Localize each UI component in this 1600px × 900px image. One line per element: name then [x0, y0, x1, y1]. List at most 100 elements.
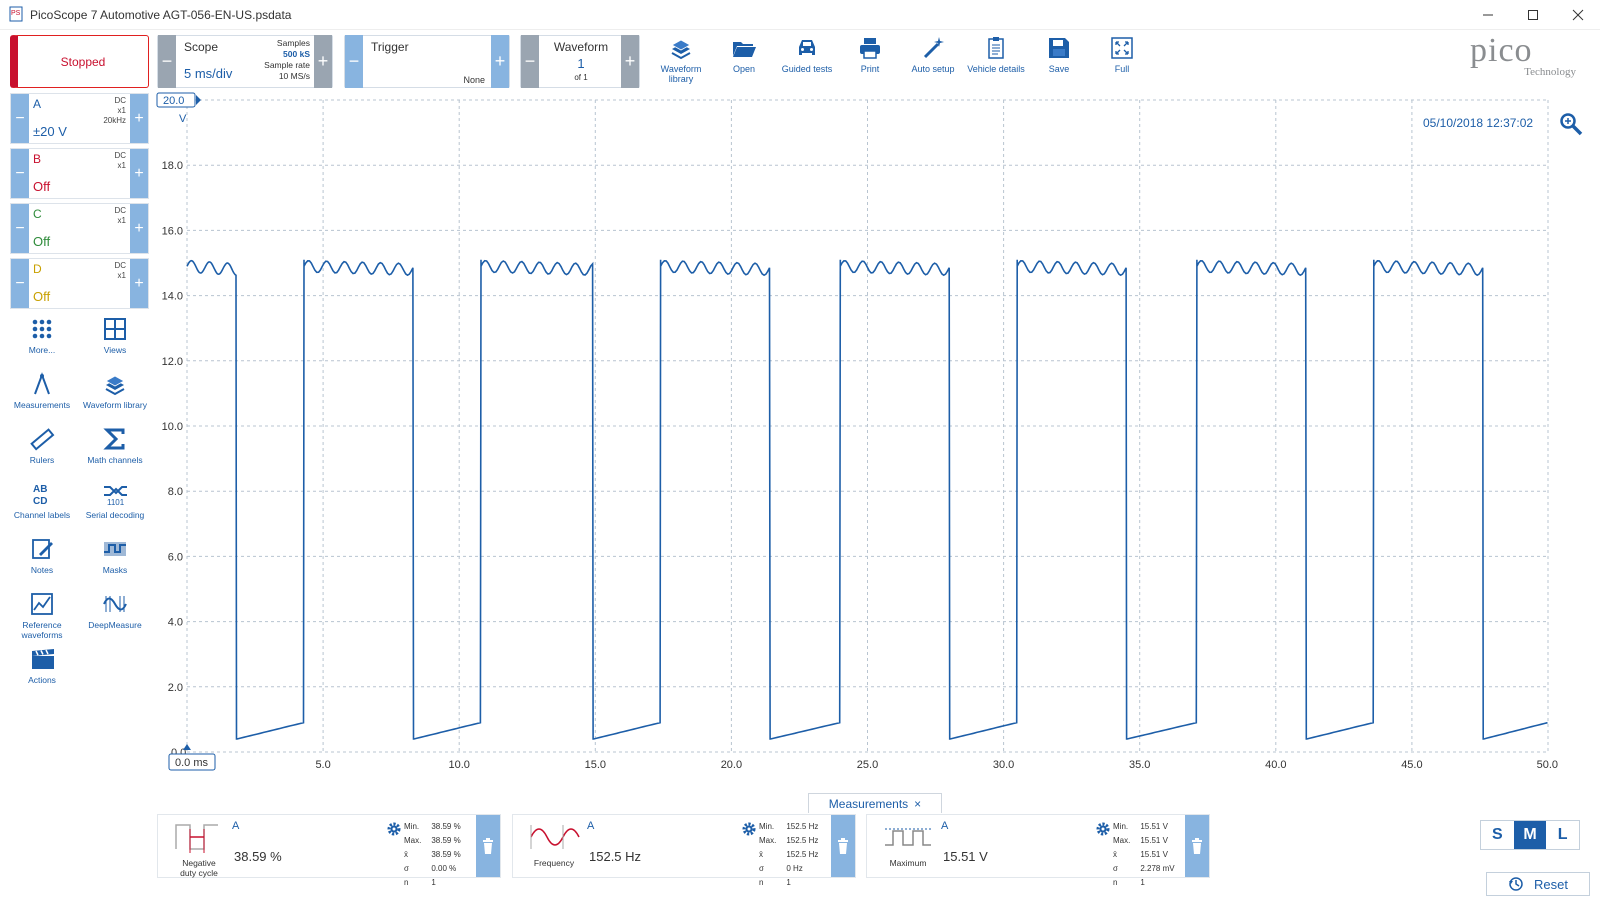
masks-icon: [104, 542, 126, 556]
gear-icon[interactable]: [386, 821, 402, 840]
run-stop-button[interactable]: Stopped: [10, 35, 149, 88]
gear-icon[interactable]: [1095, 821, 1111, 840]
print-button[interactable]: Print: [839, 35, 901, 85]
stat-value: 15.51 V: [1140, 822, 1168, 831]
ruler-icon: [30, 428, 55, 451]
channel-panel-d[interactable]: − D DC x1 Off +: [10, 258, 149, 309]
channel-settings: DC x1: [114, 151, 126, 171]
waveform-prev-button[interactable]: −: [521, 35, 539, 88]
channel-range[interactable]: Off: [33, 289, 50, 304]
full-screen-button[interactable]: Full: [1091, 35, 1153, 85]
scope-view[interactable]: 2.0 4.0 6.0 8.0 10.0 12.0 14.0 16.0 18.0 0.0 20.0 V…: [156, 92, 1600, 776]
channel-range-increase-button[interactable]: +: [130, 259, 148, 308]
maximize-icon[interactable]: [1516, 4, 1550, 26]
channel-panel-c[interactable]: − C DC x1 Off +: [10, 203, 149, 254]
channel-range[interactable]: Off: [33, 234, 50, 249]
minimize-icon[interactable]: [1471, 4, 1505, 26]
waveform-next-button[interactable]: +: [621, 35, 639, 88]
tool-measurements[interactable]: Measurements: [7, 371, 77, 423]
tool-channel-labels[interactable]: AB CD Channel labels: [7, 481, 77, 533]
trigger-mode[interactable]: None: [463, 75, 485, 85]
measurement-card[interactable]: A Negative duty cycle 38.59 % Min. 38.59 % Ma…: [157, 814, 501, 887]
sigma-icon: [103, 428, 125, 450]
channel-range[interactable]: ±20 V: [33, 124, 67, 139]
channel-panel-b[interactable]: − B DC x1 Off +: [10, 148, 149, 199]
save-button[interactable]: Save: [1028, 35, 1090, 85]
delete-measurement-button[interactable]: [1185, 815, 1209, 877]
channel-name: A: [33, 97, 42, 111]
tool-rulers[interactable]: Rulers: [7, 426, 77, 478]
waveform-library-button[interactable]: Waveform library: [650, 35, 712, 85]
tool-more[interactable]: More...: [7, 316, 77, 368]
close-icon[interactable]: [1561, 4, 1595, 26]
channel-range-decrease-button[interactable]: −: [11, 204, 29, 253]
window-title: PicoScope 7 Automotive AGT-056-EN-US.psd…: [30, 8, 292, 22]
tool-reference-waveforms[interactable]: Reference waveforms: [7, 591, 77, 643]
measurement-card[interactable]: A Frequency 152.5 Hz Min. 152.5 Hz Max. 152.5 …: [512, 814, 856, 887]
channel-range[interactable]: Off: [33, 179, 50, 194]
waveform-index[interactable]: 1: [541, 56, 621, 71]
delete-measurement-button[interactable]: [476, 815, 500, 877]
measurements-icon: [34, 372, 50, 395]
zoom-icon[interactable]: [1559, 112, 1583, 139]
open-button[interactable]: Open: [713, 35, 775, 85]
x-tick-label: 10.0: [448, 759, 469, 771]
size-option-s[interactable]: S: [1481, 821, 1514, 849]
channel-range-decrease-button[interactable]: −: [11, 94, 29, 143]
channel-range-decrease-button[interactable]: −: [11, 259, 29, 308]
close-icon[interactable]: ×: [914, 797, 921, 811]
toolbar-label: Auto setup: [911, 64, 955, 74]
stat-value: 15.51 V: [1140, 836, 1168, 845]
channel-range-increase-button[interactable]: +: [130, 204, 148, 253]
reset-button[interactable]: Reset: [1486, 872, 1590, 896]
gear-icon[interactable]: [741, 821, 757, 840]
tool-waveform-library[interactable]: Waveform library: [80, 371, 150, 423]
tool-serial-decoding[interactable]: 1101 Serial decoding: [80, 481, 150, 533]
tool-math-channels[interactable]: Math channels: [80, 426, 150, 478]
channel-range-increase-button[interactable]: +: [130, 149, 148, 198]
save-icon: [1049, 38, 1069, 58]
svg-text:AB: AB: [33, 484, 47, 495]
scope-plot[interactable]: 2.04.06.08.010.012.014.016.018.00.020.0V…: [156, 92, 1600, 776]
channel-settings: DC x1: [114, 206, 126, 226]
tool-views[interactable]: Views: [80, 316, 150, 368]
vehicle-details-button[interactable]: Vehicle details: [965, 35, 1027, 85]
measurement-value: 38.59 %: [234, 849, 282, 864]
reset-label: Reset: [1534, 876, 1568, 892]
channel-range-increase-button[interactable]: +: [130, 94, 148, 143]
tool-notes[interactable]: Notes: [7, 536, 77, 588]
guided-tests-button[interactable]: Guided tests: [776, 35, 838, 85]
stat-label: σ: [759, 864, 764, 873]
size-option-l[interactable]: L: [1546, 821, 1580, 849]
y-tick-label: 4.0: [168, 617, 183, 629]
trigger-decrease-button[interactable]: −: [345, 35, 363, 88]
stat-value: 1: [786, 878, 791, 887]
timebase-value[interactable]: 5 ms/div: [184, 66, 232, 81]
measurement-stat-row: Max. 15.51 V: [1113, 835, 1183, 847]
channel-settings: DC x1 20kHz: [103, 96, 126, 126]
timebase-decrease-button[interactable]: −: [158, 35, 176, 88]
measurement-stat-row: n1: [1113, 877, 1183, 889]
y-tick-label: 18.0: [162, 160, 183, 172]
channel-panel-a[interactable]: − A DC x1 20kHz ±20 V +: [10, 93, 149, 144]
trash-icon: [838, 838, 848, 854]
measurement-stat-row: x̄ 15.51 V: [1113, 849, 1183, 861]
tool-masks[interactable]: Masks: [80, 536, 150, 588]
measurements-tab[interactable]: Measurements ×: [808, 793, 942, 813]
measurement-label: Frequency: [533, 858, 575, 868]
tool-deepmeasure[interactable]: DeepMeasure: [80, 591, 150, 643]
channel-range-decrease-button[interactable]: −: [11, 149, 29, 198]
delete-measurement-button[interactable]: [831, 815, 855, 877]
timebase-increase-button[interactable]: +: [314, 35, 332, 88]
sample-rate-value: 10 MS/s: [278, 71, 310, 81]
folder-open-icon: [733, 42, 756, 57]
size-option-m[interactable]: M: [1513, 821, 1547, 849]
samples-value[interactable]: 500 kS: [264, 49, 310, 60]
x-tick-label: 5.0: [315, 759, 330, 771]
measurement-stats: Min. 38.59 % Max. 38.59 % x̄ 38.59 % σ 0.00 % n 1: [402, 819, 471, 891]
trigger-increase-button[interactable]: +: [491, 35, 509, 88]
tool-actions[interactable]: Actions: [7, 646, 77, 698]
measurement-card[interactable]: A Maximum 15.51 V Min. 15.51 V Max. 15.51 V x̄ 1…: [866, 814, 1210, 887]
auto-setup-button[interactable]: Auto setup: [902, 35, 964, 85]
x-tick-label: 0.0 ms: [175, 757, 209, 769]
